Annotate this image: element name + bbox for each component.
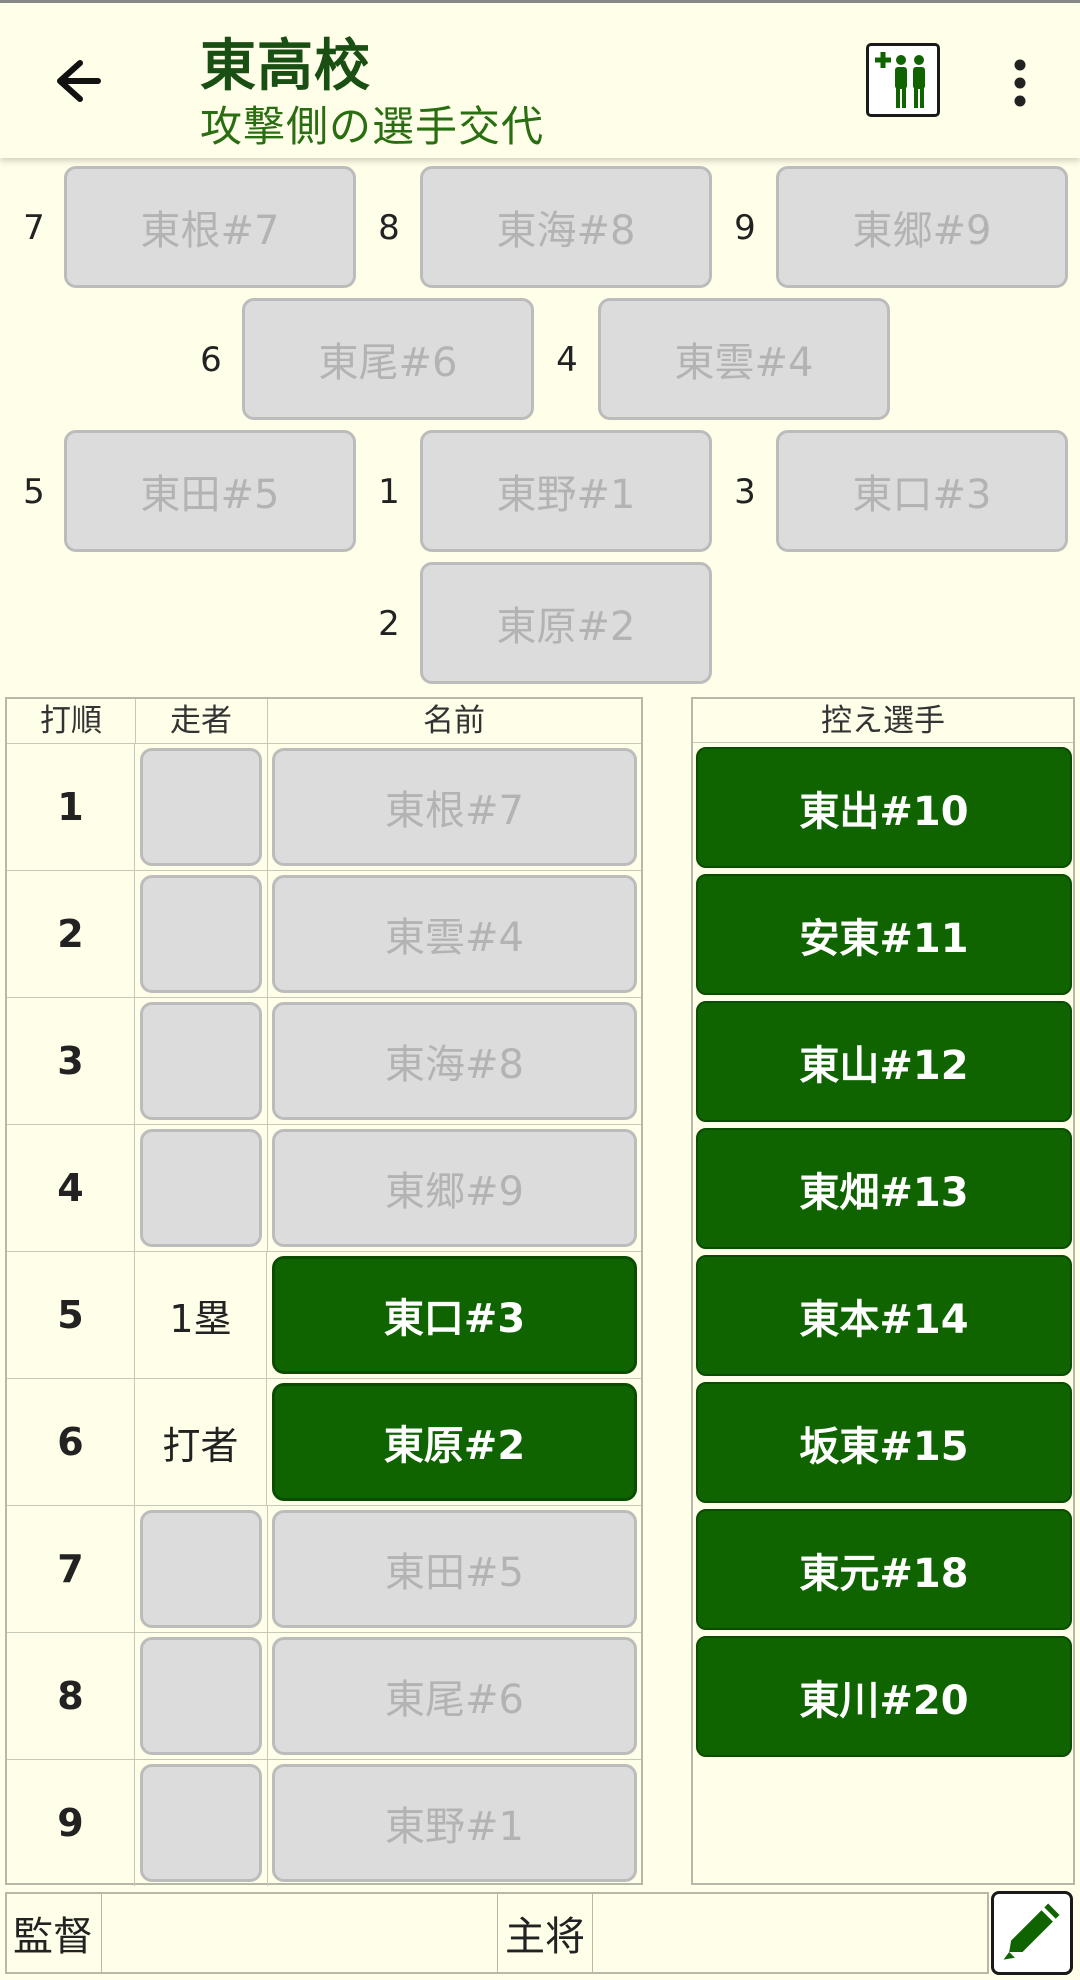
app-bar: 東高校 攻撃側の選手交代	[0, 3, 1080, 158]
lineup-row: 6 打者 東原#2	[7, 1378, 641, 1505]
position-player-button[interactable]: 東郷#9	[776, 166, 1068, 288]
lineup-row: 5 1塁 東口#3	[7, 1251, 641, 1378]
batting-order: 1	[7, 744, 135, 870]
runner-cell[interactable]	[140, 1129, 262, 1247]
position-number: 3	[734, 472, 756, 512]
position-number: 7	[23, 208, 45, 248]
bench-player-button[interactable]: 東元#18	[696, 1509, 1072, 1630]
bench-players-panel: 控え選手 東出#10 安東#11 東山#12 東畑#13 東本#14 坂東#15…	[691, 697, 1075, 1885]
batting-order: 2	[7, 871, 135, 997]
position-player-button[interactable]: 東野#1	[420, 430, 712, 552]
position-number: 4	[556, 340, 578, 380]
batting-order: 3	[7, 998, 135, 1124]
batting-order: 5	[7, 1252, 135, 1378]
bench-player-button[interactable]: 東本#14	[696, 1255, 1072, 1376]
manager-label: 監督	[13, 1914, 93, 1960]
batting-order: 8	[7, 1633, 135, 1759]
lineup-player-button[interactable]: 東雲#4	[272, 875, 637, 993]
runner-cell[interactable]	[140, 875, 262, 993]
header-divider	[135, 699, 136, 743]
captain-value	[599, 1894, 985, 1972]
lineup-player-button[interactable]: 東尾#6	[272, 1637, 637, 1755]
bench-player-button[interactable]: 東畑#13	[696, 1128, 1072, 1249]
lineup-player-button[interactable]: 東田#5	[272, 1510, 637, 1628]
position-number: 1	[378, 472, 400, 512]
position-player-button[interactable]: 東雲#4	[598, 298, 890, 420]
bench-player-button[interactable]: 東出#10	[696, 747, 1072, 868]
cell-divider	[267, 998, 268, 1124]
position-player-button[interactable]: 東根#7	[64, 166, 356, 288]
cell-divider	[267, 1506, 268, 1632]
position-player-button[interactable]: 東原#2	[420, 562, 712, 684]
lineup-player-button[interactable]: 東海#8	[272, 1002, 637, 1120]
header-divider	[267, 699, 268, 743]
position-player-button[interactable]: 東田#5	[64, 430, 356, 552]
position-number: 6	[200, 340, 222, 380]
runner-cell[interactable]	[140, 748, 262, 866]
runner-cell[interactable]	[140, 1764, 262, 1882]
runner-status: 1塁	[135, 1252, 267, 1378]
bench-player-button[interactable]: 坂東#15	[696, 1382, 1072, 1503]
lineup-player-button[interactable]: 東根#7	[272, 748, 637, 866]
manager-value	[107, 1894, 497, 1972]
captain-label: 主将	[505, 1914, 585, 1960]
position-number: 8	[378, 208, 400, 248]
position-player-button[interactable]: 東海#8	[420, 166, 712, 288]
bench-header: 控え選手	[693, 699, 1073, 743]
batting-lineup-table: 打順 走者 名前 1 東根#7 2 東雲#4 3 東海#8 4 東郷#9 5 1…	[5, 697, 643, 1886]
pencil-icon	[1003, 1903, 1060, 1960]
lineup-row: 3 東海#8	[7, 997, 641, 1124]
footer-divider	[101, 1894, 102, 1972]
lineup-player-button[interactable]: 東口#3	[272, 1256, 637, 1374]
header-runner: 走者	[170, 703, 232, 739]
lineup-row: 2 東雲#4	[7, 870, 641, 997]
cell-divider	[267, 1760, 268, 1886]
runner-cell[interactable]	[140, 1002, 262, 1120]
lineup-player-button[interactable]: 東野#1	[272, 1764, 637, 1882]
lineup-row: 4 東郷#9	[7, 1124, 641, 1251]
position-number: 9	[734, 208, 756, 248]
runner-status: 打者	[135, 1379, 267, 1505]
position-player-button[interactable]: 東口#3	[776, 430, 1068, 552]
edit-staff-button[interactable]	[991, 1891, 1073, 1975]
position-number: 5	[23, 472, 45, 512]
page-subtitle: 攻撃側の選手交代	[200, 102, 545, 151]
cell-divider	[267, 1125, 268, 1251]
header-name: 名前	[423, 703, 485, 739]
bench-player-button[interactable]: 東川#20	[696, 1636, 1072, 1757]
runner-cell[interactable]	[140, 1637, 262, 1755]
bench-player-button[interactable]: 安東#11	[696, 874, 1072, 995]
lineup-row: 7 東田#5	[7, 1505, 641, 1632]
staff-footer: 監督 主将	[5, 1892, 989, 1974]
runner-cell[interactable]	[140, 1510, 262, 1628]
batting-order: 7	[7, 1506, 135, 1632]
field-positions: 7 東根#7 8 東海#8 9 東郷#9 6 東尾#6 4 東雲#4 5 東田#…	[0, 160, 1080, 690]
batting-order: 6	[7, 1379, 135, 1505]
cell-divider	[267, 744, 268, 870]
batting-order: 4	[7, 1125, 135, 1251]
more-vert-icon	[1014, 59, 1026, 107]
add-players-icon	[875, 52, 925, 108]
more-menu-button[interactable]	[990, 53, 1050, 113]
arrow-left-icon	[57, 60, 101, 102]
page-title: 東高校	[200, 34, 371, 99]
lineup-player-button[interactable]: 東原#2	[272, 1383, 637, 1501]
lineup-row: 9 東野#1	[7, 1759, 641, 1886]
position-number: 2	[378, 604, 400, 644]
substitute-button[interactable]	[866, 43, 940, 117]
footer-divider	[592, 1894, 593, 1972]
lineup-row: 8 東尾#6	[7, 1632, 641, 1759]
batting-order: 9	[7, 1760, 135, 1886]
bench-player-button[interactable]: 東山#12	[696, 1001, 1072, 1122]
footer-divider	[497, 1894, 498, 1972]
header-order: 打順	[40, 703, 102, 739]
back-button[interactable]	[40, 45, 112, 117]
cell-divider	[267, 871, 268, 997]
lineup-row: 1 東根#7	[7, 743, 641, 870]
cell-divider	[267, 1633, 268, 1759]
position-player-button[interactable]: 東尾#6	[242, 298, 534, 420]
lineup-player-button[interactable]: 東郷#9	[272, 1129, 637, 1247]
